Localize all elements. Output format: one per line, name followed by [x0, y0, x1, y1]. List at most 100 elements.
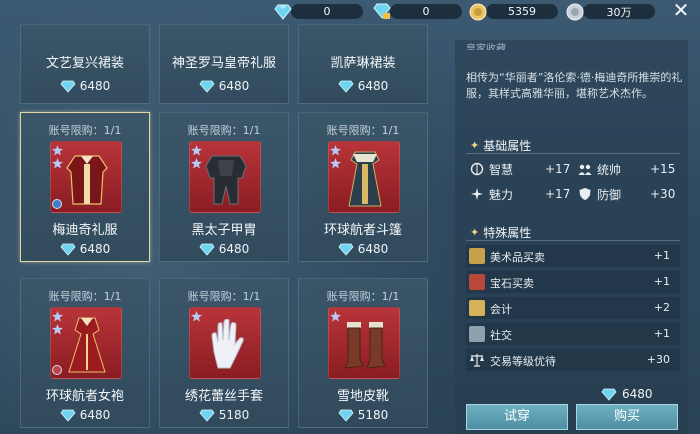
scales-icon	[470, 354, 484, 367]
item-name: 文艺复兴裙装	[45, 56, 124, 71]
diamond-icon	[338, 80, 354, 93]
shield-icon	[579, 188, 591, 200]
item-card[interactable]: 神圣罗马皇帝礼服 6480	[159, 24, 289, 104]
item-price-value: 6480	[357, 242, 389, 256]
special-attribute-row: 美术品买卖 +1	[466, 245, 680, 267]
special-attribute-row: 社交 +1	[466, 323, 680, 345]
diamond-icon	[199, 409, 215, 422]
special-attribute-row: 宝石买卖 +1	[466, 271, 680, 293]
silver-coin-icon	[566, 3, 584, 21]
sparkle-icon: ✦	[470, 226, 480, 239]
item-price: 6480	[160, 242, 288, 256]
purchase-price-value: 6480	[622, 387, 653, 401]
item-price-value: 6480	[218, 79, 250, 93]
basic-attributes-title: ✦ 基础属性	[470, 139, 532, 153]
stat-defense: 防御	[578, 185, 621, 203]
purchase-limit: 账号限购：1/1	[187, 290, 261, 303]
special-attribute-row: 交易等级优待 +30	[466, 349, 680, 371]
item-price-value: 5180	[218, 408, 250, 422]
purchase-price: 6480	[601, 387, 653, 401]
star-icon	[330, 311, 341, 322]
star-icon	[52, 145, 63, 156]
item-price-value: 6480	[218, 242, 250, 256]
purchase-limit: 账号限购：1/1	[48, 124, 122, 137]
divider	[466, 240, 680, 241]
diamond-lock-icon	[373, 3, 391, 19]
diamond-icon	[60, 80, 76, 93]
item-price: 6480	[299, 242, 427, 256]
item-name: 环球航者女袍	[45, 389, 124, 404]
item-price: 6480	[21, 79, 149, 93]
item-price-value: 6480	[79, 408, 111, 422]
diamond-icon	[274, 4, 292, 20]
special-attributes-title: ✦ 特殊属性	[470, 226, 532, 240]
gender-badge-icon	[52, 365, 62, 375]
item-name: 梅迪奇礼服	[52, 223, 118, 238]
diamond-icon	[338, 409, 354, 422]
diamond-icon	[199, 80, 215, 93]
try-on-button[interactable]: 试穿	[466, 404, 568, 430]
sparkle-icon: ✦	[470, 139, 480, 152]
item-price: 6480	[299, 79, 427, 93]
item-name: 凯萨琳裙装	[330, 56, 396, 71]
item-price: 6480	[21, 408, 149, 422]
accounting-icon	[469, 300, 485, 316]
gold-coin-icon	[469, 3, 487, 21]
currency-gold-value: 5359	[486, 4, 558, 19]
item-card[interactable]: 账号限购：1/1 环球航者女袍 6480	[20, 278, 150, 428]
sparkle-icon	[471, 188, 483, 200]
purchase-limit: 账号限购：1/1	[326, 124, 400, 137]
group-icon	[578, 164, 592, 175]
item-price: 5180	[299, 408, 427, 422]
item-title-cut: 皇家收藏	[466, 44, 506, 50]
stat-charm-value: +17	[545, 187, 571, 201]
divider	[466, 153, 680, 154]
gem-trade-icon	[469, 274, 485, 290]
diamond-icon	[60, 243, 76, 256]
currency-gem-value: 0	[291, 4, 363, 19]
diamond-icon	[338, 243, 354, 256]
stat-defense-value: +30	[650, 187, 676, 201]
item-description: 相传为“华丽者”洛伦索·德·梅迪奇所推崇的礼服，其样式高雅华丽，堪称艺术杰作。	[466, 71, 683, 100]
close-button[interactable]: ✕	[670, 0, 692, 22]
currency-gem-locked-value: 0	[390, 4, 462, 19]
stat-charm: 魅力	[470, 185, 513, 203]
star-icon	[191, 158, 202, 169]
item-card-selected[interactable]: 账号限购：1/1 梅迪奇礼服 6480	[20, 112, 150, 262]
diamond-icon	[60, 409, 76, 422]
item-card[interactable]: 凯萨琳裙装 6480	[298, 24, 428, 104]
item-card[interactable]: 账号限购：1/1 雪地皮靴 5180	[298, 278, 428, 428]
item-card[interactable]: 账号限购：1/1 黑太子甲胄 6480	[159, 112, 289, 262]
stat-command: 统帅	[578, 160, 621, 178]
social-icon	[469, 326, 485, 342]
item-card[interactable]: 账号限购：1/1 绣花蕾丝手套 5180	[159, 278, 289, 428]
star-icon	[52, 324, 63, 335]
currency-silver-value: 30万	[583, 4, 655, 19]
item-card[interactable]: 文艺复兴裙装 6480	[20, 24, 150, 104]
item-name: 环球航者斗篷	[323, 223, 402, 238]
star-icon	[52, 311, 63, 322]
item-price: 6480	[160, 79, 288, 93]
star-icon	[330, 158, 341, 169]
purchase-limit: 账号限购：1/1	[187, 124, 261, 137]
item-price-value: 6480	[79, 79, 111, 93]
item-price-value: 5180	[357, 408, 389, 422]
brain-icon	[470, 162, 484, 176]
purchase-limit: 账号限购：1/1	[326, 290, 400, 303]
diamond-icon	[199, 243, 215, 256]
item-price-value: 6480	[79, 242, 111, 256]
item-price-value: 6480	[357, 79, 389, 93]
item-name: 绣花蕾丝手套	[184, 389, 263, 404]
item-price: 5180	[160, 408, 288, 422]
stat-command-value: +15	[650, 162, 676, 176]
buy-button[interactable]: 购买	[576, 404, 678, 430]
star-icon	[191, 311, 202, 322]
item-card[interactable]: 账号限购：1/1 环球航者斗篷 6480	[298, 112, 428, 262]
star-icon	[191, 145, 202, 156]
purchase-limit: 账号限购：1/1	[48, 290, 122, 303]
item-name: 雪地皮靴	[336, 389, 389, 404]
stat-wisdom-value: +17	[545, 162, 571, 176]
item-name: 神圣罗马皇帝礼服	[171, 56, 276, 71]
special-attribute-row: 会计 +2	[466, 297, 680, 319]
star-icon	[330, 145, 341, 156]
